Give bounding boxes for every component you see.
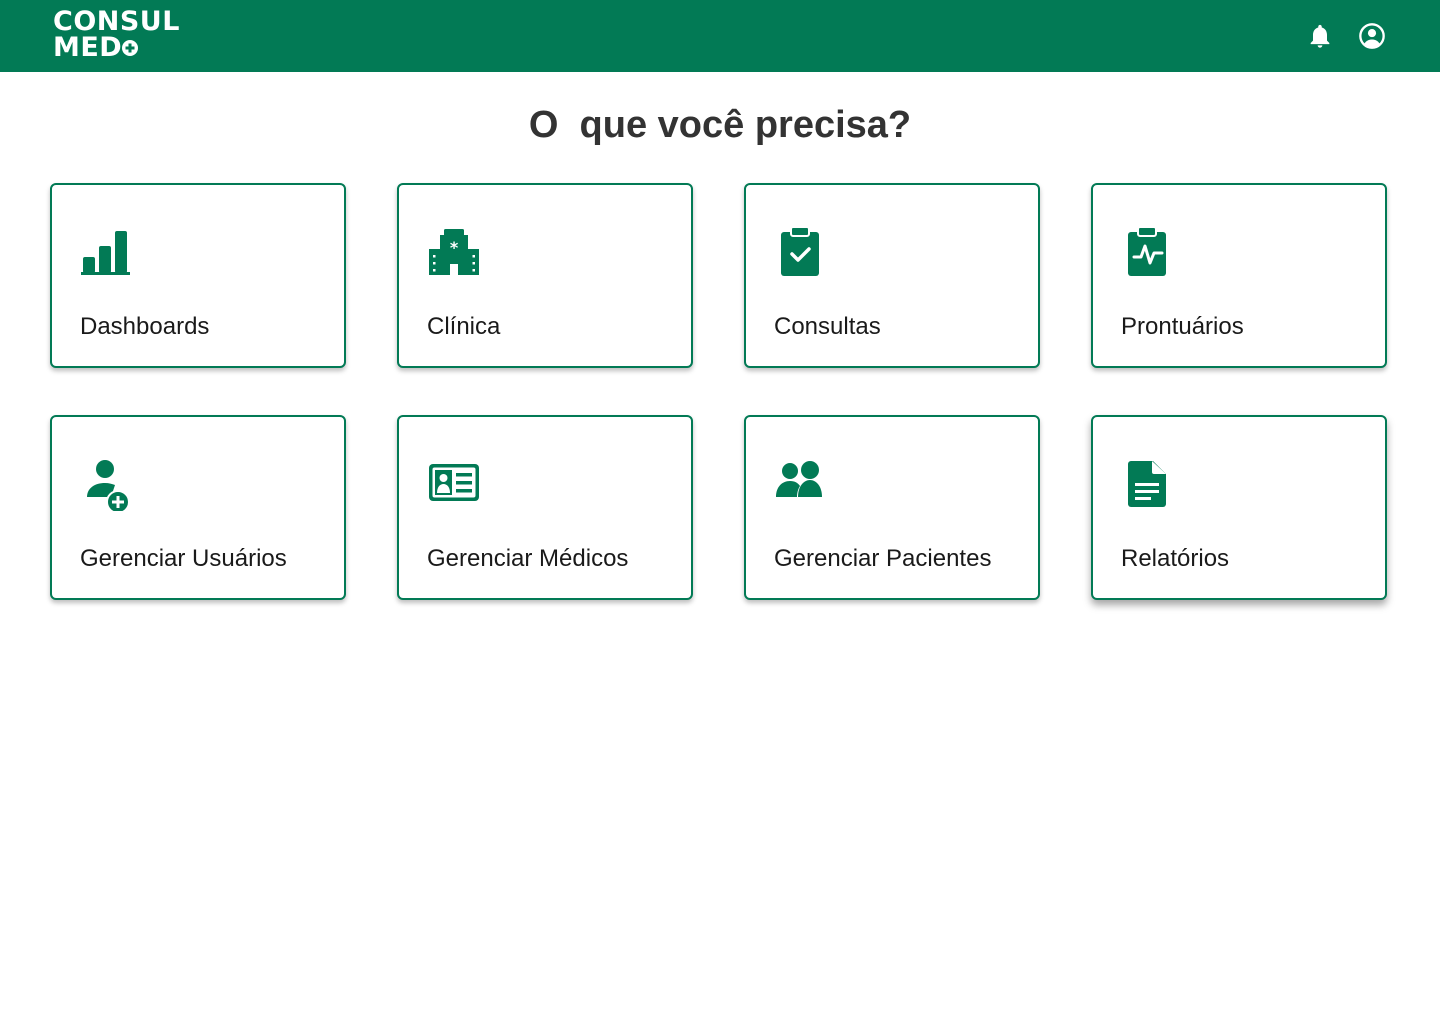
card-gerenciar-usuarios[interactable]: Gerenciar Usuários xyxy=(50,415,346,600)
card-label: Prontuários xyxy=(1121,313,1244,340)
card-label: Gerenciar Usuários xyxy=(80,545,287,572)
svg-text:*: * xyxy=(450,238,459,257)
card-gerenciar-pacientes[interactable]: Gerenciar Pacientes xyxy=(744,415,1040,600)
logo-line-2: MED xyxy=(53,32,123,63)
card-label: Clínica xyxy=(427,313,501,340)
top-bar: CONSUL MED xyxy=(0,0,1440,72)
card-label: Dashboards xyxy=(80,313,210,340)
card-label: Gerenciar Médicos xyxy=(427,545,629,572)
card-label: Consultas xyxy=(774,313,881,340)
clipboard-check-icon xyxy=(781,226,819,276)
person-add-icon xyxy=(87,460,130,511)
people-icon xyxy=(776,461,822,497)
card-prontuarios[interactable]: Prontuários xyxy=(1091,183,1387,368)
page-title: O que você precisa? xyxy=(528,104,912,146)
bar-chart-icon xyxy=(81,231,130,275)
card-dashboards[interactable]: Dashboards xyxy=(50,183,346,368)
id-card-icon xyxy=(429,464,479,501)
account-circle-icon[interactable] xyxy=(1358,22,1386,50)
card-label: Gerenciar Pacientes xyxy=(774,545,992,572)
card-label: Relatórios xyxy=(1121,545,1230,572)
clipboard-pulse-icon xyxy=(1128,226,1166,276)
bell-icon[interactable] xyxy=(1306,22,1334,50)
hospital-icon: * xyxy=(429,229,479,275)
document-icon xyxy=(1128,461,1166,507)
card-relatorios[interactable]: Relatórios xyxy=(1091,415,1387,600)
medical-cross-heart-icon xyxy=(122,40,139,56)
card-gerenciar-medicos[interactable]: Gerenciar Médicos xyxy=(397,415,693,600)
consulmed-logo[interactable]: CONSUL MED xyxy=(53,8,180,63)
card-clinica[interactable]: * Clínica xyxy=(397,183,693,368)
card-consultas[interactable]: Consultas xyxy=(744,183,1040,368)
